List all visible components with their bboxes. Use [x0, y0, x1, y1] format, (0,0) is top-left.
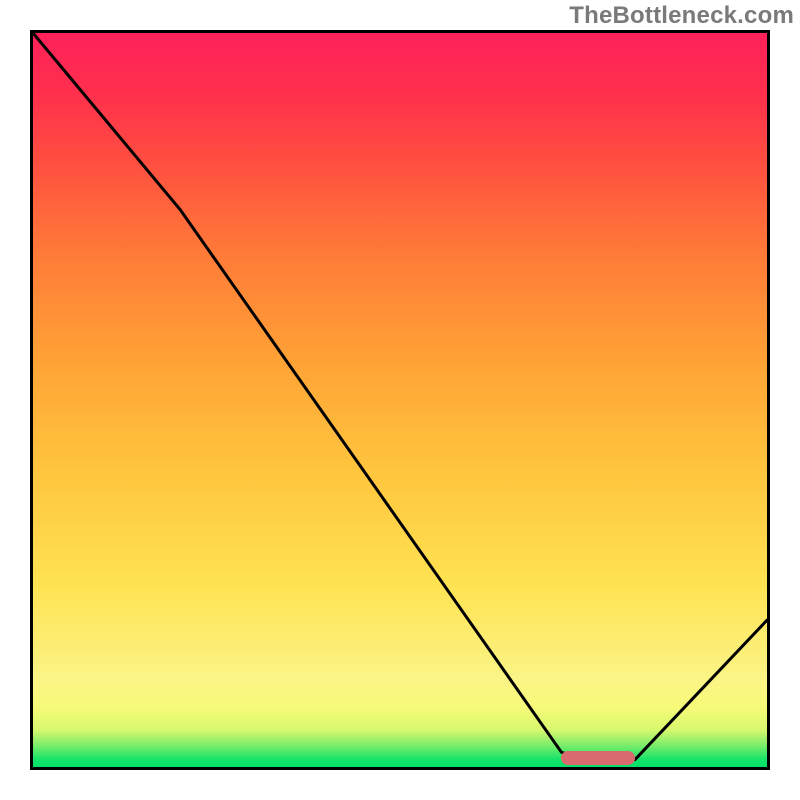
- plot-area: [30, 30, 770, 770]
- bottleneck-curve: [33, 33, 767, 767]
- watermark-text: TheBottleneck.com: [569, 2, 794, 30]
- chart-stage: TheBottleneck.com: [0, 0, 800, 800]
- optimum-marker: [561, 751, 634, 765]
